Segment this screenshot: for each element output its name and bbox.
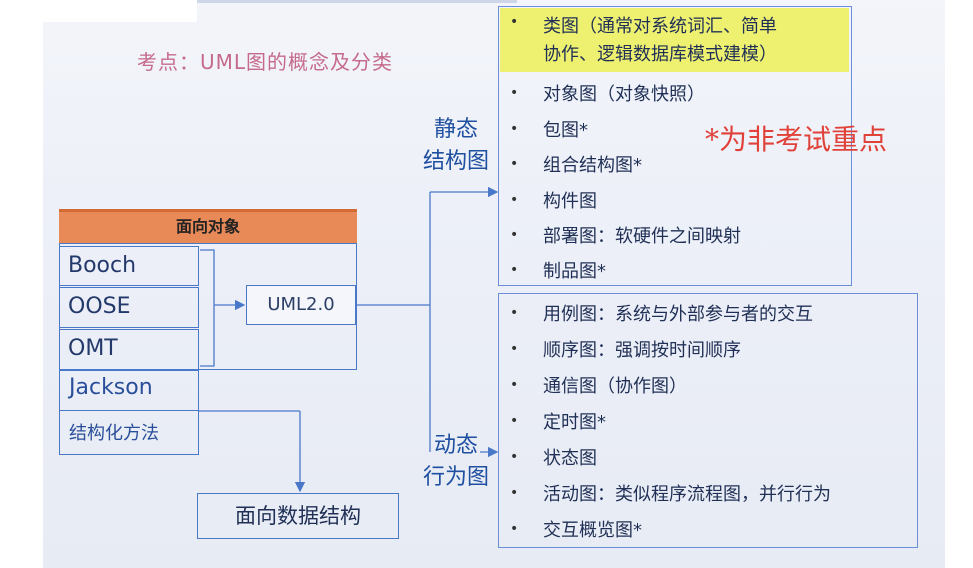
dynamic-group-label: 动态 行为图: [414, 430, 498, 494]
method-booch: Booch: [59, 246, 199, 286]
bullet-icon: •: [510, 377, 519, 393]
method-omt: OMT: [59, 329, 199, 370]
static-label-line2: 结构图: [422, 149, 489, 174]
bullet-icon: •: [510, 156, 519, 172]
bullet-icon: •: [510, 227, 519, 243]
static-item-object: 对象图（对象快照）: [543, 84, 705, 105]
dynamic-item-activity: 活动图：类似程序流程图，并行行为: [543, 484, 831, 505]
dynamic-label-line2: 行为图: [422, 465, 489, 490]
bullet-icon: •: [510, 485, 519, 501]
static-item-deployment: 部署图：软硬件之间映射: [543, 226, 741, 247]
static-item-composite: 组合结构图*: [543, 155, 642, 176]
object-oriented-header: 面向对象: [59, 209, 357, 243]
method-jackson: Jackson: [69, 375, 153, 400]
exam-note: *为非考试重点: [705, 123, 888, 156]
bullet-icon: •: [510, 521, 519, 537]
dynamic-item-timing: 定时图*: [543, 412, 606, 433]
dynamic-item-sequence: 顺序图：强调按时间顺序: [543, 340, 741, 361]
bullet-icon: •: [510, 121, 519, 137]
bullet-icon: •: [510, 262, 519, 278]
dynamic-item-state: 状态图: [543, 448, 597, 469]
bullet-icon: •: [510, 85, 519, 101]
dynamic-item-usecase: 用例图：系统与外部参与者的交互: [543, 304, 813, 325]
bullet-icon: •: [510, 449, 519, 465]
bullet-icon: •: [510, 305, 519, 321]
data-structure-box: 面向数据结构: [197, 493, 399, 539]
static-item-class-line2: 协作、逻辑数据库模式建模）: [543, 44, 777, 65]
static-item-component: 构件图: [543, 191, 597, 212]
bullet-icon: •: [510, 192, 519, 208]
dynamic-item-interaction-overview: 交互概览图*: [543, 520, 642, 541]
uml-box: UML2.0: [246, 285, 356, 325]
method-structured: 结构化方法: [69, 423, 159, 444]
static-label-line1: 静态: [433, 117, 478, 142]
static-group-label: 静态 结构图: [414, 114, 498, 178]
bullet-icon: •: [510, 341, 519, 357]
dynamic-item-communication: 通信图（协作图）: [543, 376, 687, 397]
method-oose: OOSE: [59, 287, 199, 328]
static-item-class-line1: 类图（通常对系统词汇、简单: [543, 16, 777, 37]
dynamic-label-line1: 动态: [433, 433, 478, 458]
static-item-package: 包图*: [543, 120, 588, 141]
bullet-icon: •: [510, 413, 519, 429]
static-item-artifact: 制品图*: [543, 261, 606, 282]
divider: [59, 410, 199, 411]
bullet-icon: •: [510, 14, 519, 30]
